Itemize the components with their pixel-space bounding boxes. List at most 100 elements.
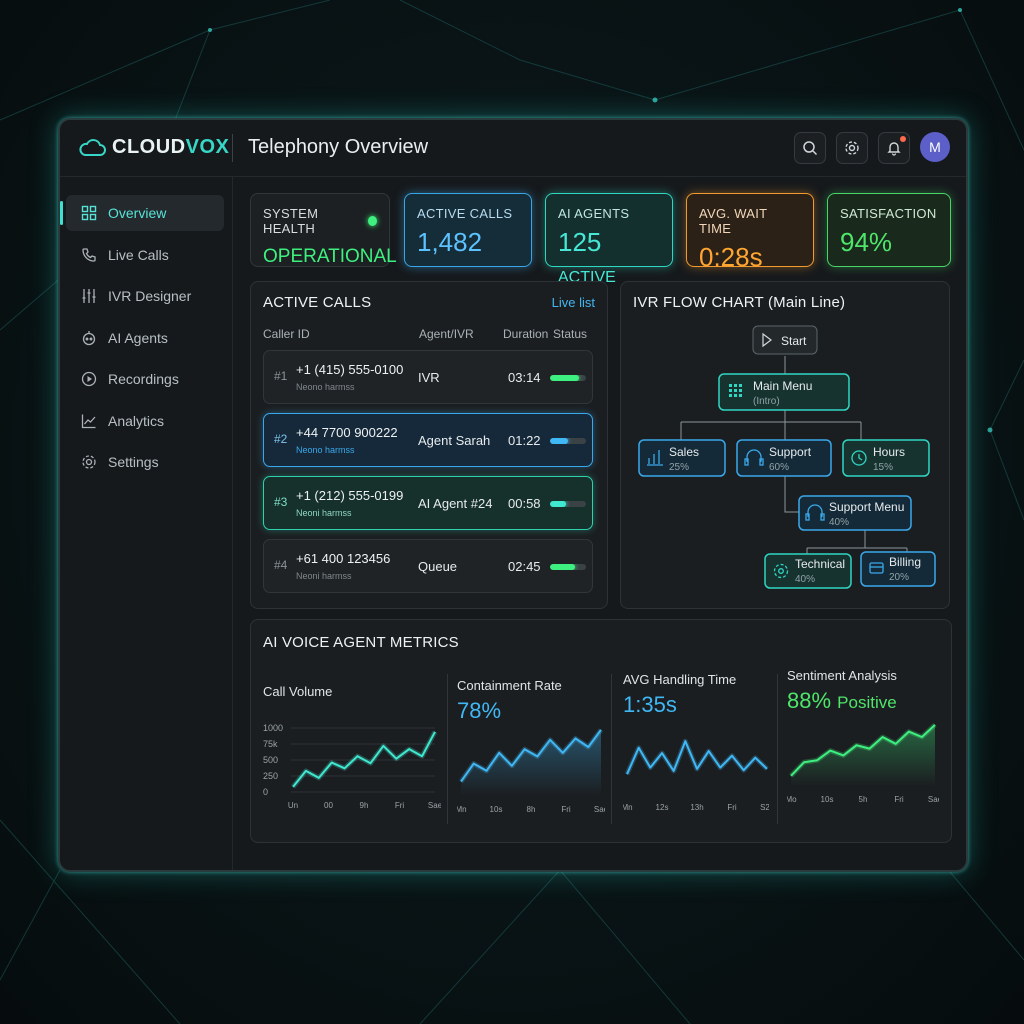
caller-subtext: Neono harmss: [296, 445, 355, 455]
sidebar-item-analytics[interactable]: Analytics: [66, 403, 224, 439]
x-tick-label: Fri: [727, 803, 737, 812]
robot-icon: [80, 329, 98, 347]
call-agent: AI Agent #24: [418, 496, 493, 511]
status-bar: [550, 564, 586, 570]
node-label: Technical: [795, 557, 845, 571]
ivr-node-support-menu[interactable]: Support Menu 40%: [798, 495, 912, 531]
caller-phone: +61 400 123456: [296, 551, 391, 566]
search-button[interactable]: [794, 132, 826, 164]
x-tick-label: Sae: [428, 801, 441, 810]
x-tick-label: 10s: [490, 805, 503, 814]
sidebar-item-overview[interactable]: Overview: [60, 195, 224, 231]
sidebar-item-label: Analytics: [108, 413, 165, 429]
status-bar-fill: [550, 438, 568, 444]
stat-label: ACTIVE CALLS: [417, 206, 513, 221]
panel-title: AI VOICE AGENT METRICS: [263, 634, 459, 651]
node-pct: 20%: [889, 572, 909, 583]
play-circle-icon: [80, 370, 98, 388]
ivr-flow-chart: Start Main Menu (Intro) Sales 25% Suppor…: [638, 325, 936, 589]
metric-sentiment-analysis[interactable]: Mo 10s 5h Fri Sae Sentiment Analysis 88% Pos…: [787, 668, 939, 828]
y-tick-label: 500: [263, 755, 278, 765]
caller-subtext: Neono harmss: [296, 382, 355, 392]
ivr-node-main-menu[interactable]: Main Menu (Intro): [718, 373, 850, 411]
stat-avg-wait-time[interactable]: AVG. WAIT TIME 0:28s: [686, 193, 814, 272]
sidebar-item-label: IVR Designer: [108, 288, 192, 304]
call-duration: 02:45: [508, 559, 541, 574]
y-tick-label: 0: [263, 787, 268, 797]
x-tick-label: Sae: [928, 795, 939, 804]
ivr-node-technical[interactable]: Technical 40%: [764, 553, 852, 589]
caller-subtext: Neoni harmss: [296, 508, 352, 518]
sidebar-item-label: Overview: [108, 205, 167, 221]
column-status: Status: [553, 327, 588, 341]
series-line: [292, 731, 436, 788]
metric-value: 1:35s: [623, 692, 677, 717]
column-agent-ivr: Agent/IVR: [419, 327, 474, 341]
stat-value: 1,482: [417, 227, 483, 257]
call-duration: 01:22: [508, 433, 541, 448]
y-tick-label: 75k: [263, 739, 278, 749]
sidebar-item-recordings[interactable]: Recordings: [66, 361, 224, 397]
metric-value: 88% Positive: [787, 688, 897, 713]
ivr-node-sales[interactable]: Sales 25%: [638, 439, 726, 477]
caller-phone: +44 7700 900222: [296, 425, 398, 440]
stat-active-calls[interactable]: ACTIVE CALLS 1,482: [404, 193, 532, 267]
y-tick-label: 250: [263, 771, 278, 781]
active-calls-panel: ACTIVE CALLS Live list Caller ID Agent/I…: [250, 281, 608, 609]
status-bar-fill: [550, 375, 579, 381]
y-tick-label: 1000: [263, 723, 283, 733]
stat-ai-agents[interactable]: AI AGENTS 125 ACTIVE: [545, 193, 673, 286]
bell-icon: [887, 142, 901, 156]
settings-button[interactable]: [836, 132, 868, 164]
live-list-link[interactable]: Live list: [552, 295, 595, 310]
call-row[interactable]: #4 +61 400 123456 Neoni harmss Queue 02:…: [263, 539, 593, 593]
x-tick-label: 12s: [656, 803, 669, 812]
node-pct: 60%: [769, 462, 789, 473]
sidebar-item-settings[interactable]: Settings: [66, 444, 224, 480]
node-sub: (Intro): [753, 396, 780, 407]
stat-satisfaction[interactable]: SATISFACTION 94%: [827, 193, 951, 267]
x-tick-label: 8h: [527, 805, 536, 814]
avatar[interactable]: M: [920, 132, 950, 162]
ivr-node-support[interactable]: Support 60%: [736, 439, 832, 477]
x-tick-label: Un: [288, 801, 298, 810]
x-tick-label: Fri: [561, 805, 571, 814]
main-content: SYSTEM HEALTH OPERATIONAL ACTIVE CALLS 1…: [234, 177, 966, 870]
sidebar-item-label: Live Calls: [108, 247, 169, 263]
notification-dot: [900, 136, 906, 142]
top-actions: M: [794, 132, 950, 164]
column-duration: Duration: [503, 327, 549, 341]
sidebar-item-live-calls[interactable]: Live Calls: [66, 237, 224, 273]
call-agent: IVR: [418, 370, 440, 385]
stat-system-health[interactable]: SYSTEM HEALTH OPERATIONAL: [250, 193, 397, 267]
ivr-node-billing[interactable]: Billing 20%: [860, 551, 936, 587]
sidebar-item-ai-agents[interactable]: AI Agents: [66, 320, 224, 356]
phone-icon: [80, 246, 98, 264]
gear-icon: [80, 453, 98, 471]
row-number: #1: [274, 369, 288, 383]
metric-avg-handling-time[interactable]: Mn 12s 13h Fri S2s AVG Handling Time 1:35s: [623, 668, 769, 828]
logo[interactable]: CLOUDVOX: [78, 136, 229, 159]
panel-title: ACTIVE CALLS: [263, 294, 372, 311]
x-tick-label: Mn: [623, 803, 633, 812]
metric-containment-rate[interactable]: Mn 10s 8h Fri Sae Containment Rate 78%: [457, 668, 605, 828]
node-pct: 25%: [669, 462, 689, 473]
node-pct: 40%: [829, 517, 849, 528]
settings-icon: [845, 141, 859, 155]
x-tick-label: 13h: [690, 803, 703, 812]
call-row[interactable]: #2 +44 7700 900222 Neono harmss Agent Sa…: [263, 413, 593, 467]
metric-label: Containment Rate: [457, 678, 562, 693]
ivr-node-start[interactable]: Start: [752, 325, 818, 355]
caller-phone: +1 (415) 555-0100: [296, 362, 404, 377]
call-row[interactable]: #3 +1 (212) 555-0199 Neoni harmss AI Age…: [263, 476, 593, 530]
x-tick-label: 00: [324, 801, 333, 810]
ivr-node-hours[interactable]: Hours 15%: [842, 439, 930, 477]
stat-value: 94%: [840, 227, 893, 257]
call-row[interactable]: #1 +1 (415) 555-0100 Neono harmss IVR 03…: [263, 350, 593, 404]
status-bar: [550, 501, 586, 507]
sidebar-item-ivr-designer[interactable]: IVR Designer: [66, 278, 224, 314]
status-bar-fill: [550, 564, 576, 570]
metric-call-volume[interactable]: 1000 75k 500 250 0 Un 00 9h Fri Sae Call Volume: [263, 668, 441, 828]
notifications-button[interactable]: [878, 132, 910, 164]
call-duration: 03:14: [508, 370, 541, 385]
